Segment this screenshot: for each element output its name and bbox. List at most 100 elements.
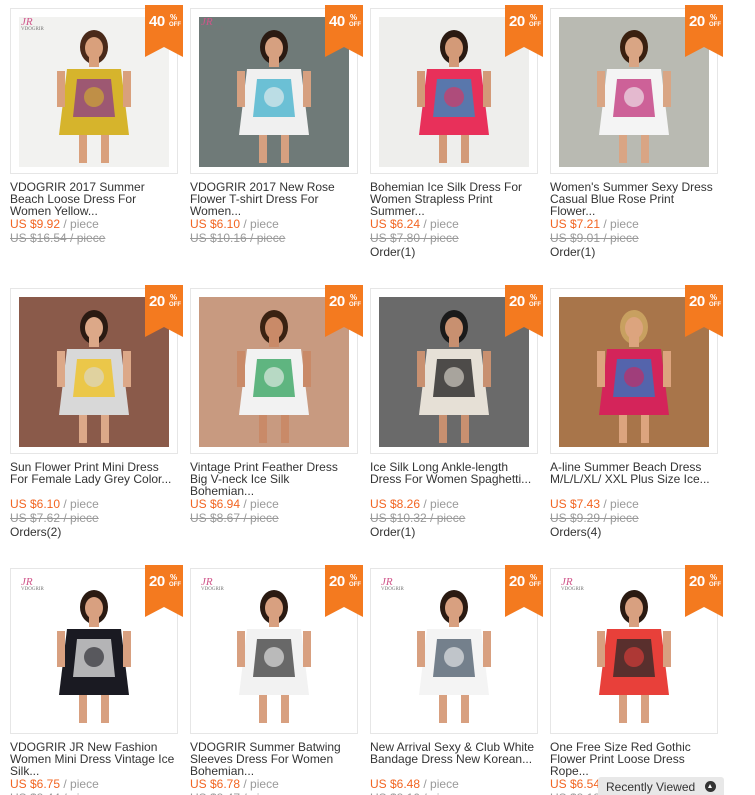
- order-count: Orders(4): [550, 525, 602, 539]
- discount-percent: %: [350, 573, 358, 582]
- original-price: US $10.32 / piece: [370, 511, 466, 525]
- brand-logo-jr: JR: [201, 16, 213, 28]
- product-image-frame[interactable]: 20 % OFF: [370, 5, 543, 174]
- brand-logo: JR VDOGRIR: [561, 577, 587, 595]
- brand-logo: JR VDOGRIR: [21, 577, 47, 595]
- discount-value: 40: [329, 13, 345, 30]
- product-card[interactable]: 20 % OFF Women's Summer Sexy Dress Casua…: [550, 5, 723, 259]
- original-price: US $7.80 / piece: [370, 231, 459, 245]
- price-line: US $6.94 / piece: [190, 497, 362, 511]
- price-unit: / piece: [60, 497, 99, 511]
- product-image-frame[interactable]: 20 % OFF: [550, 5, 723, 174]
- product-image-frame[interactable]: 20 % OFF: [10, 285, 183, 454]
- product-title[interactable]: VDOGRIR Summer Batwing Sleeves Dress For…: [190, 741, 356, 777]
- discount-percent: %: [530, 573, 538, 582]
- price-unit: / piece: [420, 217, 459, 231]
- product-title[interactable]: Sun Flower Print Mini Dress For Female L…: [10, 461, 176, 497]
- product-image-frame[interactable]: 20 % OFF: [190, 285, 363, 454]
- product-title[interactable]: Vintage Print Feather Dress Big V-neck I…: [190, 461, 356, 497]
- product-image-frame[interactable]: JR VDOGRIR 20 % OFF: [370, 565, 543, 734]
- discount-value: 20: [689, 573, 705, 590]
- product-price: US $6.10: [10, 497, 61, 511]
- discount-percent: %: [530, 13, 538, 22]
- brand-logo-vg: VDOGRIR: [21, 587, 44, 592]
- brand-logo-vg: VDOGRIR: [201, 587, 224, 592]
- product-price: US $9.92: [10, 217, 61, 231]
- product-price: US $6.78: [190, 777, 241, 791]
- price-line: US $6.10 / piece: [190, 217, 362, 231]
- original-price: US $10.16 / piece: [190, 231, 286, 245]
- product-title[interactable]: VDOGRIR 2017 New Rose Flower T-shirt Dre…: [190, 181, 356, 217]
- product-image-frame[interactable]: 20 % OFF: [550, 285, 723, 454]
- product-price: US $6.10: [190, 217, 241, 231]
- product-price: US $6.48: [370, 777, 421, 791]
- product-card[interactable]: 20 % OFF Sun Flower Print Mini Dress For…: [10, 285, 183, 539]
- product-image-frame[interactable]: 20 % OFF: [370, 285, 543, 454]
- product-card[interactable]: JR VDOGRIR 40 % OFF VDOGRIR 2017 Summer …: [10, 5, 183, 245]
- brand-logo: JR VDOGRIR: [21, 17, 47, 35]
- brand-logo-jr: JR: [561, 576, 573, 588]
- product-title[interactable]: One Free Size Red Gothic Flower Print Lo…: [550, 741, 716, 777]
- discount-off: OFF: [349, 582, 361, 588]
- price-line: US $6.10 / piece: [10, 497, 182, 511]
- discount-badge: 20 % OFF: [325, 285, 363, 337]
- product-card[interactable]: JR VDOGRIR 20 % OFF New Arrival Sexy & C…: [370, 565, 543, 795]
- product-title[interactable]: New Arrival Sexy & Club White Bandage Dr…: [370, 741, 536, 777]
- product-image-frame[interactable]: JR VDOGRIR 40 % OFF: [190, 5, 363, 174]
- price-unit: / piece: [60, 217, 99, 231]
- discount-percent: %: [350, 293, 358, 302]
- discount-off: OFF: [529, 582, 541, 588]
- price-line: US $6.75 / piece: [10, 777, 182, 791]
- discount-off: OFF: [529, 22, 541, 28]
- price-unit: / piece: [60, 777, 99, 791]
- price-unit: / piece: [240, 777, 279, 791]
- chevron-up-icon[interactable]: [705, 781, 716, 792]
- product-price: US $6.24: [370, 217, 421, 231]
- order-count: Order(1): [550, 245, 596, 259]
- product-price: US $7.43: [550, 497, 601, 511]
- product-title[interactable]: A-line Summer Beach Dress M/L/L/XL/ XXL …: [550, 461, 716, 497]
- product-title[interactable]: VDOGRIR JR New Fashion Women Mini Dress …: [10, 741, 176, 777]
- brand-logo-jr: JR: [21, 576, 33, 588]
- product-card[interactable]: 20 % OFF Ice Silk Long Ankle-length Dres…: [370, 285, 543, 539]
- product-title[interactable]: Women's Summer Sexy Dress Casual Blue Ro…: [550, 181, 716, 217]
- price-line: US $6.78 / piece: [190, 777, 362, 791]
- product-card[interactable]: 20 % OFF Bohemian Ice Silk Dress For Wom…: [370, 5, 543, 259]
- discount-value: 20: [509, 293, 525, 310]
- price-line: US $7.43 / piece: [550, 497, 722, 511]
- product-price: US $6.75: [10, 777, 61, 791]
- product-card[interactable]: JR VDOGRIR 20 % OFF One Free Size Red Go…: [550, 565, 723, 795]
- order-count: Order(1): [370, 525, 416, 539]
- discount-off: OFF: [709, 22, 721, 28]
- discount-percent: %: [710, 293, 718, 302]
- original-price: US $9.01 / piece: [550, 231, 639, 245]
- order-count: Orders(2): [10, 525, 62, 539]
- product-card[interactable]: JR VDOGRIR 20 % OFF VDOGRIR JR New Fashi…: [10, 565, 183, 795]
- brand-logo: JR VDOGRIR: [201, 17, 227, 35]
- product-title[interactable]: Ice Silk Long Ankle-length Dress For Wom…: [370, 461, 536, 497]
- original-price: US $7.62 / piece: [10, 511, 99, 525]
- discount-percent: %: [170, 13, 178, 22]
- product-card[interactable]: JR VDOGRIR 40 % OFF VDOGRIR 2017 New Ros…: [190, 5, 363, 245]
- product-price: US $6.94: [190, 497, 241, 511]
- brand-logo-jr: JR: [21, 16, 33, 28]
- product-image-frame[interactable]: JR VDOGRIR 20 % OFF: [10, 565, 183, 734]
- brand-logo-vg: VDOGRIR: [21, 27, 44, 32]
- product-card[interactable]: JR VDOGRIR 20 % OFF VDOGRIR Summer Batwi…: [190, 565, 363, 795]
- product-image-frame[interactable]: JR VDOGRIR 20 % OFF: [550, 565, 723, 734]
- product-price: US $8.26: [370, 497, 421, 511]
- price-unit: / piece: [420, 497, 459, 511]
- discount-badge: 20 % OFF: [325, 565, 363, 617]
- price-line: US $9.92 / piece: [10, 217, 182, 231]
- product-card[interactable]: 20 % OFF A-line Summer Beach Dress M/L/L…: [550, 285, 723, 539]
- product-price: US $7.21: [550, 217, 601, 231]
- recently-viewed-tab[interactable]: Recently Viewed: [598, 777, 724, 795]
- product-image-frame[interactable]: JR VDOGRIR 20 % OFF: [190, 565, 363, 734]
- product-image-frame[interactable]: JR VDOGRIR 40 % OFF: [10, 5, 183, 174]
- product-card[interactable]: 20 % OFF Vintage Print Feather Dress Big…: [190, 285, 363, 525]
- discount-percent: %: [710, 13, 718, 22]
- original-price: US $8.10 / piece: [370, 791, 542, 795]
- product-title[interactable]: VDOGRIR 2017 Summer Beach Loose Dress Fo…: [10, 181, 176, 217]
- product-title[interactable]: Bohemian Ice Silk Dress For Women Strapl…: [370, 181, 536, 217]
- discount-badge: 20 % OFF: [505, 285, 543, 337]
